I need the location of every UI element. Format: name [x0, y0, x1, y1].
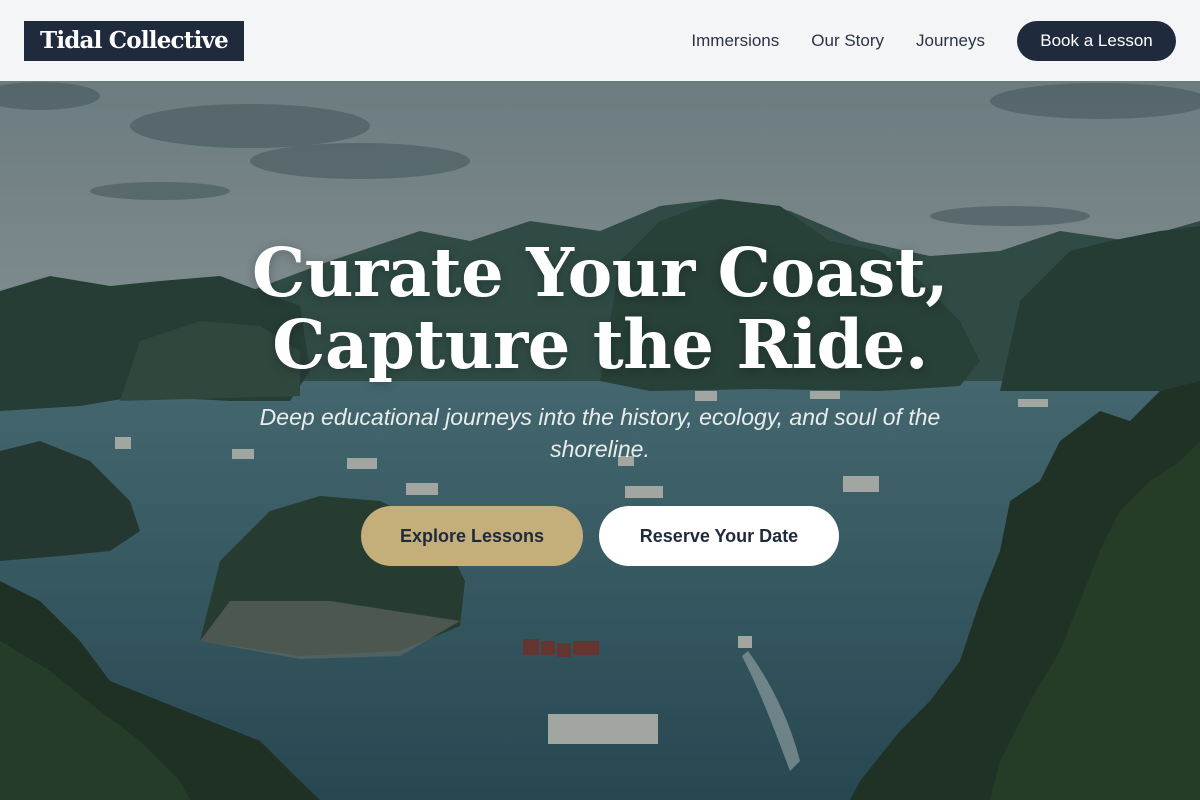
hero-content: Curate Your Coast, Capture the Ride. Dee…: [0, 81, 1200, 800]
explore-lessons-button[interactable]: Explore Lessons: [361, 506, 583, 566]
hero-subhead: Deep educational journeys into the histo…: [259, 404, 941, 462]
hero-headline: Curate Your Coast, Capture the Ride.: [0, 237, 1200, 381]
main-nav: Immersions Our Story Journeys Book a Les…: [691, 20, 1176, 61]
site-header: Tidal Collective Immersions Our Story Jo…: [0, 0, 1200, 81]
nav-link-immersions[interactable]: Immersions: [691, 31, 779, 51]
logo[interactable]: Tidal Collective: [24, 20, 244, 61]
book-lesson-button[interactable]: Book a Lesson: [1017, 20, 1176, 61]
hero-headline-line1: Curate Your Coast,: [251, 233, 949, 312]
nav-link-journeys[interactable]: Journeys: [916, 31, 985, 51]
hero-headline-line2: Capture the Ride.: [272, 305, 928, 384]
reserve-date-button[interactable]: Reserve Your Date: [599, 506, 839, 566]
hero-cta-row: Explore Lessons Reserve Your Date: [0, 506, 1200, 566]
nav-link-our-story[interactable]: Our Story: [811, 31, 884, 51]
hero-section: Curate Your Coast, Capture the Ride. Dee…: [0, 81, 1200, 800]
